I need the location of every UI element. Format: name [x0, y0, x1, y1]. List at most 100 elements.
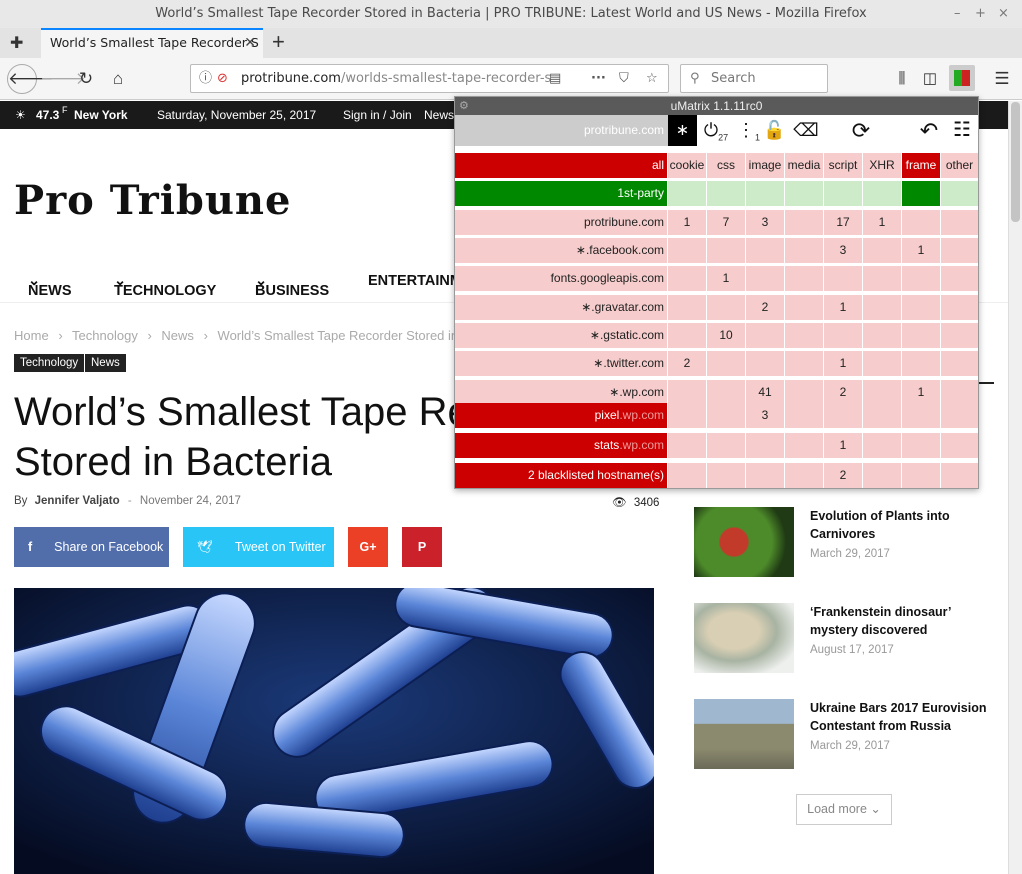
matrix-cell[interactable] [824, 403, 862, 428]
matrix-cell[interactable] [863, 323, 901, 348]
matrix-cell[interactable]: 17 [824, 210, 862, 235]
matrix-cell[interactable] [824, 266, 862, 291]
tracking-icon[interactable]: ⊘ [217, 65, 228, 92]
matrix-cell[interactable] [785, 238, 823, 263]
matrix-cell[interactable] [902, 463, 940, 488]
matrix-cell[interactable]: 3 [824, 238, 862, 263]
matrix-header-all[interactable]: all [455, 153, 667, 178]
matrix-cell[interactable] [941, 238, 978, 263]
matrix-header-css[interactable]: css [707, 153, 745, 178]
share-pinterest-button[interactable]: P [402, 527, 442, 567]
matrix-cell[interactable] [707, 238, 745, 263]
close-tab-icon[interactable]: ✕ [244, 30, 256, 56]
power-icon[interactable]: ⏻27 [703, 115, 729, 146]
lock-icon[interactable]: 🔓2 [763, 115, 785, 174]
matrix-cell[interactable] [941, 295, 978, 320]
matrix-cell[interactable] [707, 181, 745, 206]
matrix-header-script[interactable]: script [824, 153, 862, 178]
breadcrumb-home[interactable]: Home [14, 328, 49, 343]
menu-item-business[interactable]: BUSINESS ⌄ [255, 273, 329, 299]
tag-technology[interactable]: Technology [14, 354, 85, 372]
matrix-cell[interactable] [941, 266, 978, 291]
matrix-header-frame[interactable]: frame [902, 153, 940, 178]
matrix-cell[interactable] [746, 433, 784, 458]
matrix-cell[interactable] [902, 210, 940, 235]
minimize-button[interactable]: – [954, 0, 961, 28]
matrix-cell[interactable]: 1 [863, 210, 901, 235]
pocket-icon[interactable]: ⛉ [619, 65, 629, 92]
url-bar[interactable]: ⓘ ⊘ protribune.com/worlds-smallest-tape-… [190, 64, 669, 93]
sidebar-article[interactable]: Ukraine Bars 2017 Eurovision Contestant … [694, 699, 994, 769]
matrix-cell[interactable] [941, 380, 978, 405]
matrix-cell[interactable] [863, 380, 901, 405]
menu-item-entertainment[interactable]: ENTERTAINM [368, 273, 462, 289]
info-icon[interactable]: ⓘ [199, 65, 212, 92]
matrix-header-cookie[interactable]: cookie [668, 153, 706, 178]
matrix-cell[interactable] [863, 181, 901, 206]
sidebar-article-title[interactable]: Evolution of Plants into Carnivores [810, 507, 990, 543]
matrix-cell[interactable]: 1 [707, 266, 745, 291]
matrix-cell[interactable] [746, 463, 784, 488]
matrix-cell[interactable]: 1 [824, 295, 862, 320]
menu-icon[interactable]: ☰ [988, 65, 1016, 93]
menu-item-technology[interactable]: TECHNOLOGY ⌄ [114, 273, 216, 299]
matrix-cell[interactable] [668, 323, 706, 348]
sidebar-article-title[interactable]: Ukraine Bars 2017 Eurovision Contestant … [810, 699, 990, 735]
matrix-cell[interactable]: 41 [746, 380, 784, 405]
matrix-row-host[interactable]: ∗.facebook.com [455, 238, 667, 263]
tag-news[interactable]: News [85, 354, 126, 372]
tab-active[interactable]: World’s Smallest Tape Recorder S ✕ [41, 28, 263, 58]
home-button[interactable]: ⌂ [104, 65, 132, 93]
matrix-cell[interactable] [785, 463, 823, 488]
matrix-cell[interactable]: 10 [707, 323, 745, 348]
matrix-cell[interactable] [707, 351, 745, 376]
matrix-cell[interactable]: 2 [824, 463, 862, 488]
matrix-cell[interactable] [746, 238, 784, 263]
matrix-cell[interactable]: 7 [707, 210, 745, 235]
matrix-header-xhr[interactable]: XHR [863, 153, 901, 178]
matrix-cell[interactable] [863, 403, 901, 428]
matrix-cell[interactable] [941, 403, 978, 428]
matrix-cell[interactable] [668, 181, 706, 206]
matrix-cell[interactable] [863, 351, 901, 376]
matrix-cell[interactable]: 1 [668, 210, 706, 235]
scope-selector[interactable]: protribune.com [455, 115, 668, 146]
matrix-cell[interactable]: 2 [668, 351, 706, 376]
load-more-button[interactable]: Load more ⌄ [796, 794, 892, 825]
matrix-cell[interactable] [707, 463, 745, 488]
matrix-cell[interactable] [902, 323, 940, 348]
matrix-cell[interactable]: 1 [902, 380, 940, 405]
matrix-cell[interactable] [941, 323, 978, 348]
matrix-cell[interactable] [902, 433, 940, 458]
matrix-cell[interactable] [785, 323, 823, 348]
log-icon[interactable]: ☷ [949, 115, 975, 146]
matrix-cell[interactable] [902, 181, 940, 206]
matrix-cell[interactable] [668, 266, 706, 291]
global-scope-button[interactable]: ∗ [668, 115, 697, 146]
sidebar-icon[interactable]: ◫ [916, 65, 944, 93]
matrix-cell[interactable] [668, 403, 706, 428]
site-logo[interactable]: Pro Tribune [14, 177, 291, 224]
matrix-row-host[interactable]: stats.wp.com [455, 433, 667, 458]
matrix-cell[interactable] [668, 463, 706, 488]
matrix-cell[interactable]: 2 [746, 295, 784, 320]
signin-link[interactable]: Sign in / Join [343, 101, 412, 129]
eraser-icon[interactable]: ⌫ [793, 115, 819, 146]
matrix-cell[interactable] [746, 266, 784, 291]
share-gplus-button[interactable]: G+ [348, 527, 388, 567]
matrix-cell[interactable] [785, 403, 823, 428]
matrix-cell[interactable] [863, 238, 901, 263]
matrix-cell[interactable] [668, 380, 706, 405]
matrix-cell[interactable] [941, 463, 978, 488]
matrix-cell[interactable] [707, 433, 745, 458]
reload-button[interactable]: ↻ [72, 65, 100, 93]
search-bar[interactable]: ⚲ Search [680, 64, 828, 93]
share-twitter-button[interactable]: 🕊 Tweet on Twitter [183, 527, 334, 567]
matrix-cell[interactable] [863, 266, 901, 291]
matrix-row-host[interactable]: 1st-party [455, 181, 667, 206]
back-button[interactable]: 🡐 [7, 64, 54, 94]
matrix-row-host[interactable]: ∗.gravatar.com [455, 295, 667, 320]
share-facebook-button[interactable]: f Share on Facebook [14, 527, 169, 567]
matrix-cell[interactable] [863, 433, 901, 458]
breadcrumb-technology[interactable]: Technology [72, 328, 138, 343]
